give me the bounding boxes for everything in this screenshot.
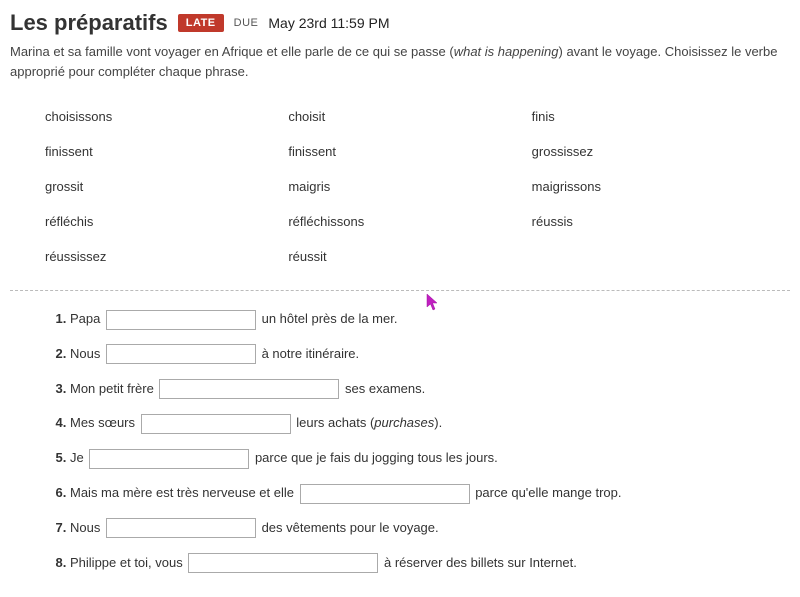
answer-input-6[interactable] [300, 484, 470, 504]
assignment-header: Les préparatifs LATE DUE May 23rd 11:59 … [10, 10, 790, 36]
question-4: Mes sœurs leurs achats (purchases). [70, 413, 790, 434]
due-date: May 23rd 11:59 PM [268, 15, 389, 31]
question-6: Mais ma mère est très nerveuse et elle p… [70, 483, 790, 504]
answer-input-2[interactable] [106, 344, 256, 364]
q4-after-italic: purchases [374, 415, 434, 430]
q8-before: Philippe et toi, vous [70, 555, 186, 570]
due-label: DUE [234, 17, 259, 29]
q6-before: Mais ma mère est très nerveuse et elle [70, 485, 298, 500]
q4-before: Mes sœurs [70, 415, 139, 430]
q6-after: parce qu'elle mange trop. [472, 485, 622, 500]
word-bank-item: finis [532, 109, 755, 124]
answer-input-3[interactable] [159, 379, 339, 399]
word-bank-item: réfléchis [45, 214, 268, 229]
status-badge: LATE [178, 14, 224, 32]
question-8: Philippe et toi, vous à réserver des bil… [70, 553, 790, 574]
q7-before: Nous [70, 520, 104, 535]
question-2: Nous à notre itinéraire. [70, 344, 790, 365]
answer-input-7[interactable] [106, 518, 256, 538]
answer-input-5[interactable] [89, 449, 249, 469]
section-divider [10, 290, 790, 291]
page-title: Les préparatifs [10, 10, 168, 36]
q8-after: à réserver des billets sur Internet. [380, 555, 577, 570]
word-bank-item: maigrissons [532, 179, 755, 194]
q2-before: Nous [70, 346, 104, 361]
word-bank-item [532, 249, 755, 264]
word-bank-item: réussit [288, 249, 511, 264]
word-bank-item: grossissez [532, 144, 755, 159]
word-bank-item: finissent [45, 144, 268, 159]
instructions-text: Marina et sa famille vont voyager en Afr… [10, 42, 790, 81]
question-7: Nous des vêtements pour le voyage. [70, 518, 790, 539]
word-bank-item: maigris [288, 179, 511, 194]
word-bank-item: grossit [45, 179, 268, 194]
word-bank-item: réussis [532, 214, 755, 229]
q3-before: Mon petit frère [70, 381, 157, 396]
q7-after: des vêtements pour le voyage. [258, 520, 439, 535]
word-bank-item: réfléchissons [288, 214, 511, 229]
q1-before: Papa [70, 311, 104, 326]
questions-section: Papa un hôtel près de la mer. Nous à not… [10, 309, 790, 573]
answer-input-1[interactable] [106, 310, 256, 330]
q4-after-pre: leurs achats ( [293, 415, 375, 430]
word-bank-item: choisissons [45, 109, 268, 124]
question-1: Papa un hôtel près de la mer. [70, 309, 790, 330]
word-bank-item: finissent [288, 144, 511, 159]
word-bank-item: réussissez [45, 249, 268, 264]
q2-after: à notre itinéraire. [258, 346, 359, 361]
answer-input-8[interactable] [188, 553, 378, 573]
word-bank: choisissons choisit finis finissent fini… [10, 109, 790, 284]
word-bank-item: choisit [288, 109, 511, 124]
instructions-pre: Marina et sa famille vont voyager en Afr… [10, 44, 454, 59]
q4-after-post: ). [434, 415, 442, 430]
question-5: Je parce que je fais du jogging tous les… [70, 448, 790, 469]
q5-after: parce que je fais du jogging tous les jo… [251, 450, 497, 465]
answer-input-4[interactable] [141, 414, 291, 434]
q5-before: Je [70, 450, 87, 465]
question-3: Mon petit frère ses examens. [70, 379, 790, 400]
q3-after: ses examens. [341, 381, 425, 396]
instructions-italic: what is happening [454, 44, 559, 59]
q1-after: un hôtel près de la mer. [258, 311, 397, 326]
